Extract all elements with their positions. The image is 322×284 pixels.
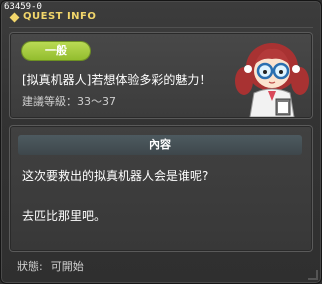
window-title: QUEST INFO [23, 11, 97, 22]
quest-info-window: 63459-0 QUEST INFO 一般 [拟真机器人]若想体验多彩的魅力！ … [0, 0, 322, 284]
level-range: 33～37 [77, 95, 116, 108]
quest-name: [拟真机器人]若想体验多彩的魅力！ [22, 73, 212, 87]
content-line: 这次要救出的拟真机器人会是谁呢? [22, 169, 209, 183]
quest-status: 狀態: 可開始 [17, 258, 84, 274]
content-line: 去匹比那里吧。 [22, 209, 107, 223]
status-label: 狀態: [17, 260, 43, 273]
quest-category-badge: 一般 [22, 42, 90, 60]
title-diamond-icon [9, 12, 20, 23]
status-value: 可開始 [50, 260, 84, 273]
npc-avatar-icon [235, 43, 309, 117]
recommended-level: 建議等級：33～37 [22, 93, 116, 109]
content-header: 內容 [18, 135, 302, 155]
resize-grip[interactable] [308, 270, 318, 280]
title-divider [9, 27, 313, 28]
level-label: 建議等級： [22, 95, 77, 108]
quest-summary-panel: 一般 [拟真机器人]若想体验多彩的魅力！ 建議等級：33～37 [9, 32, 313, 119]
content-panel: 內容 这次要救出的拟真机器人会是谁呢? 去匹比那里吧。 [9, 125, 313, 252]
